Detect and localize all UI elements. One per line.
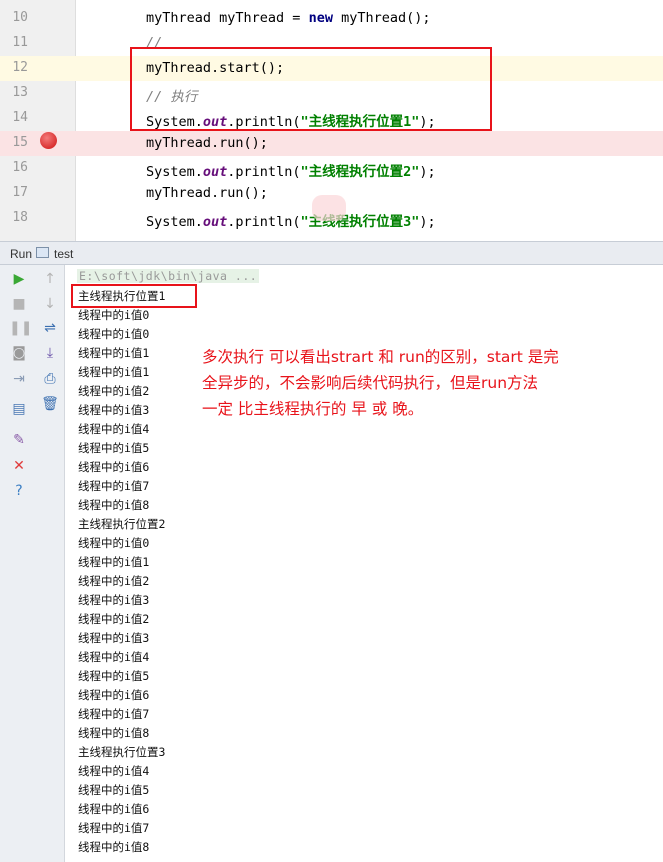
console-line: 线程中的i值3: [78, 403, 150, 417]
console-line: 线程中的i值8: [78, 726, 150, 740]
stop-icon[interactable]: ■: [9, 294, 29, 314]
annotation-highlight-box: [130, 47, 492, 131]
exit-icon[interactable]: ⇥: [9, 369, 29, 389]
console-line: 线程中的i值5: [78, 783, 150, 797]
soft-wrap-icon[interactable]: ⇌: [40, 318, 60, 338]
help-icon[interactable]: ?: [9, 481, 29, 501]
code-line[interactable]: 16 System.out.println("主线程执行位置2");: [0, 156, 663, 181]
line-number: 17: [12, 185, 28, 200]
code-text: myThread.run();: [146, 185, 268, 201]
console-line: 线程中的i值1: [78, 365, 150, 379]
pause-icon[interactable]: ❚❚: [9, 318, 32, 338]
console-command-line: E:\soft\jdk\bin\java ...: [77, 269, 260, 283]
code-text: myThread.run();: [146, 135, 268, 151]
console-line: 线程中的i值2: [78, 574, 150, 588]
annotation-line: 一定 比主线程执行的 早 或 晚。: [202, 400, 424, 418]
console-line: 线程中的i值0: [78, 536, 150, 550]
code-token: myThread.run();: [146, 185, 268, 201]
line-number: 16: [12, 160, 28, 175]
console-highlight-box: [71, 284, 197, 308]
console-line: 主线程执行位置3: [78, 745, 166, 759]
inline-marker: [312, 195, 346, 221]
line-number: 10: [12, 10, 28, 25]
console-line: 线程中的i值7: [78, 479, 150, 493]
console-line: 线程中的i值4: [78, 650, 150, 664]
code-token: .println(: [227, 164, 301, 180]
code-token: myThread.run();: [146, 135, 268, 151]
code-text: myThread myThread = new myThread();: [146, 10, 431, 26]
console-line: 线程中的i值8: [78, 498, 150, 512]
console-line: 线程中的i值1: [78, 346, 150, 360]
run-panel-header: Run test: [0, 241, 663, 265]
annotation-line: 全异步的，不会影响后续代码执行，但是run方法: [202, 374, 539, 392]
code-token: new: [308, 10, 333, 26]
console-line: 线程中的i值5: [78, 441, 150, 455]
console-line: 线程中的i值4: [78, 764, 150, 778]
run-config-name[interactable]: test: [54, 247, 73, 261]
console-line: 线程中的i值6: [78, 802, 150, 816]
code-token: myThread myThread =: [146, 10, 309, 26]
code-token: );: [419, 214, 436, 230]
console-line: 线程中的i值3: [78, 593, 150, 607]
code-text: System.out.println("主线程执行位置2");: [146, 160, 436, 180]
print-icon[interactable]: ⎙: [40, 369, 60, 389]
code-token: System.: [146, 214, 203, 230]
code-line[interactable]: 10 myThread myThread = new myThread();: [0, 6, 663, 31]
pin-icon[interactable]: ✎: [9, 430, 29, 450]
close-icon[interactable]: ✕: [9, 456, 29, 476]
console-line: 线程中的i值1: [78, 555, 150, 569]
console-line: 线程中的i值4: [78, 422, 150, 436]
run-config-icon: [36, 247, 49, 258]
console-line: 线程中的i值7: [78, 821, 150, 835]
code-token: System.: [146, 164, 203, 180]
breakpoint-icon[interactable]: [40, 132, 57, 149]
line-number: 13: [12, 85, 28, 100]
console-line: 线程中的i值6: [78, 460, 150, 474]
code-token: out: [202, 214, 228, 230]
annotation-text: 多次执行 可以看出strart 和 run的区别，start 是完 全异步的，不…: [202, 344, 632, 422]
console-output: 主线程执行位置1 线程中的i值0 线程中的i值0 线程中的i值1 线程中的i值1 线程中的…: [78, 287, 165, 857]
console-line: 线程中的i值6: [78, 688, 150, 702]
console-line: 线程中的i值3: [78, 631, 150, 645]
line-number: 18: [12, 210, 28, 225]
scroll-up-icon[interactable]: ↑: [40, 269, 60, 289]
line-number: 11: [12, 35, 28, 50]
code-token: );: [419, 164, 436, 180]
console-line: 线程中的i值0: [78, 327, 150, 341]
console-line: 主线程执行位置2: [78, 517, 166, 531]
scroll-down-icon[interactable]: ↓: [40, 294, 60, 314]
code-line[interactable]: 15 myThread.run();: [0, 131, 663, 156]
annotation-line: 多次执行 可以看出strart 和 run的区别，start 是完: [202, 348, 559, 366]
code-editor[interactable]: 10 myThread myThread = new myThread(); 11/…: [0, 0, 663, 241]
line-number: 15: [12, 135, 28, 150]
line-number: 14: [12, 110, 28, 125]
dump-threads-icon[interactable]: ◙: [9, 343, 29, 363]
line-number: 12: [12, 60, 28, 75]
run-tab-title[interactable]: Run: [10, 247, 32, 261]
code-token: myThread();: [332, 10, 431, 26]
code-token: .println(: [227, 214, 301, 230]
run-toolbar-left: ▶ ■ ❚❚ ◙ ⇥ ▤ ✎ ✕?: [0, 265, 37, 862]
code-text: System.out.println("主线程执行位置3");: [146, 210, 436, 230]
console-line: 线程中的i值2: [78, 612, 150, 626]
code-token: out: [202, 164, 228, 180]
code-token: "主线程执行位置2": [300, 164, 420, 180]
console-line: 线程中的i值5: [78, 669, 150, 683]
console-line: 线程中的i值0: [78, 308, 150, 322]
layout-icon[interactable]: ▤: [9, 399, 29, 419]
run-toolbar-right: ↑ ↓ ⇌ ⤓ ⎙ 🗑: [36, 265, 65, 862]
console-line: 线程中的i值7: [78, 707, 150, 721]
scroll-to-end-icon[interactable]: ⤓: [40, 343, 60, 363]
console-line: 线程中的i值8: [78, 840, 150, 854]
clear-all-icon[interactable]: 🗑: [40, 394, 60, 414]
console-line: 线程中的i值2: [78, 384, 150, 398]
rerun-icon[interactable]: ▶: [9, 269, 29, 289]
